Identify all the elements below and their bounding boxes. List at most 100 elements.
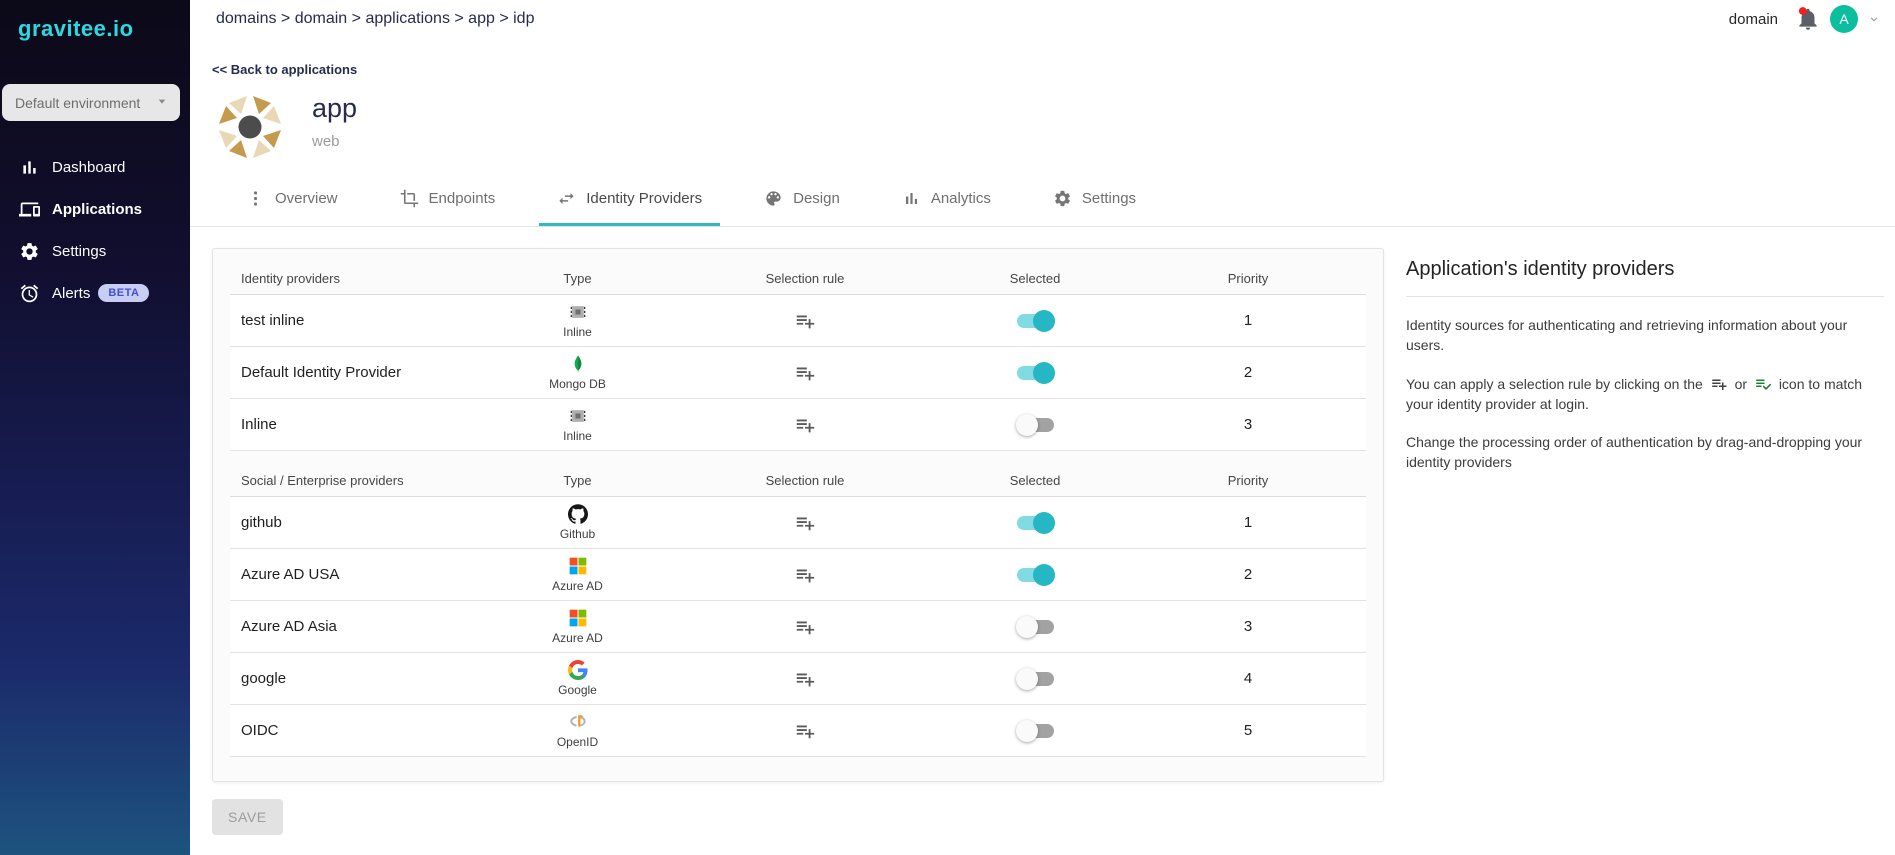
column-header-type: Type (485, 271, 670, 286)
column-header-priority: Priority (1130, 473, 1366, 488)
analytics-bars-icon (902, 189, 921, 208)
selected-toggle[interactable] (1017, 310, 1054, 332)
provider-type-label: Google (558, 683, 597, 697)
content-row: Identity providersTypeSelection ruleSele… (190, 227, 1895, 782)
toggle-thumb (1016, 720, 1038, 742)
app-subtitle: web (312, 133, 357, 150)
tab-endpoints[interactable]: Endpoints (382, 173, 514, 226)
column-header-selection-rule: Selection rule (670, 473, 940, 488)
selection-rule-add-icon[interactable] (794, 414, 816, 436)
breadcrumb-item-applications[interactable]: applications (365, 10, 450, 27)
notifications-bell-icon[interactable] (1795, 6, 1821, 32)
priority-value: 4 (1130, 670, 1366, 687)
selected-toggle[interactable] (1017, 720, 1054, 742)
help-panel-title: Application's identity providers (1406, 258, 1884, 281)
selected-toggle[interactable] (1017, 564, 1054, 586)
provider-type-cell: Mongo DB (485, 354, 670, 391)
selection-rule-add-icon[interactable] (794, 362, 816, 384)
identity-providers-table: Identity providersTypeSelection ruleSele… (212, 248, 1384, 782)
selected-toggle[interactable] (1017, 414, 1054, 436)
toggle-thumb (1033, 310, 1055, 332)
provider-type-cell: Azure AD (485, 556, 670, 593)
palette-icon (764, 189, 783, 208)
breadcrumb-separator: > (347, 10, 365, 27)
sidebar-item-dashboard[interactable]: Dashboard (0, 146, 190, 188)
provider-name: Inline (230, 416, 485, 433)
tab-analytics[interactable]: Analytics (884, 173, 1009, 226)
provider-type-label: OpenID (557, 735, 598, 749)
selected-toggle[interactable] (1017, 668, 1054, 690)
column-header-type: Type (485, 473, 670, 488)
tab-settings[interactable]: Settings (1035, 173, 1154, 226)
provider-name: OIDC (230, 722, 485, 739)
alarm-clock-icon (19, 283, 40, 304)
provider-type-cell: Inline (485, 406, 670, 443)
breadcrumb-separator: > (495, 10, 513, 27)
selection-rule-add-icon[interactable] (794, 512, 816, 534)
save-button[interactable]: SAVE (212, 799, 283, 835)
table-row: Azure AD AsiaAzure AD3 (230, 601, 1366, 653)
selection-rule-add-icon[interactable] (794, 310, 816, 332)
openid-icon (568, 712, 588, 732)
tab-identity-providers[interactable]: Identity Providers (539, 173, 720, 226)
priority-value: 3 (1130, 416, 1366, 433)
provider-type-cell: OpenID (485, 712, 670, 749)
selection-rule-add-icon[interactable] (794, 564, 816, 586)
back-to-applications-link[interactable]: << Back to applications (212, 62, 357, 77)
breadcrumb-item-idp[interactable]: idp (513, 10, 534, 27)
selected-toggle[interactable] (1017, 616, 1054, 638)
inline-icon (568, 406, 588, 426)
table-row: test inlineInline 1 (230, 295, 1366, 347)
selection-rule-add-icon[interactable] (794, 720, 816, 742)
toggle-thumb (1016, 668, 1038, 690)
sidebar-item-alerts[interactable]: AlertsBETA (0, 272, 190, 314)
breadcrumb-separator: > (450, 10, 468, 27)
priority-value: 2 (1130, 364, 1366, 381)
toggle-thumb (1033, 564, 1055, 586)
breadcrumb-item-app[interactable]: app (468, 10, 495, 27)
toggle-thumb (1016, 414, 1038, 436)
app-title: app (312, 93, 357, 124)
sidebar-item-settings[interactable]: Settings (0, 230, 190, 272)
selected-toggle[interactable] (1017, 512, 1054, 534)
breadcrumb: domains > domain > applications > app > … (216, 10, 534, 28)
tab-design[interactable]: Design (746, 173, 858, 226)
tab-label: Endpoints (429, 190, 496, 207)
selection-rule-add-icon[interactable] (794, 668, 816, 690)
provider-type-cell: Inline (485, 302, 670, 339)
divider (1406, 296, 1884, 297)
chevron-down-icon[interactable] (1867, 12, 1881, 26)
sidebar: gravitee.io Default environment Dashboar… (0, 0, 190, 855)
selected-toggle[interactable] (1017, 362, 1054, 384)
azure-ad-icon (568, 608, 588, 628)
column-header-priority: Priority (1130, 271, 1366, 286)
breadcrumb-item-domains[interactable]: domains (216, 10, 276, 27)
github-icon (568, 504, 588, 524)
tab-overview[interactable]: Overview (228, 173, 356, 226)
priority-value: 1 (1130, 312, 1366, 329)
inline-icon (568, 302, 588, 322)
environment-select-label: Default environment (15, 95, 140, 111)
priority-value: 1 (1130, 514, 1366, 531)
sidebar-nav: Dashboard ApplicationsSettingsAlertsBETA (0, 146, 190, 314)
table-row: google Google 4 (230, 653, 1366, 705)
provider-name: test inline (230, 312, 485, 329)
table-row: Default Identity ProviderMongo DB2 (230, 347, 1366, 399)
selection-rule-add-icon[interactable] (794, 616, 816, 638)
toggle-thumb (1016, 616, 1038, 638)
sidebar-item-label: Dashboard (52, 159, 125, 176)
environment-select[interactable]: Default environment (2, 84, 180, 121)
user-avatar[interactable]: A (1830, 5, 1858, 33)
provider-name: google (230, 670, 485, 687)
priority-value: 2 (1130, 566, 1366, 583)
app-header: app web (214, 91, 1895, 163)
sidebar-item-applications[interactable]: Applications (0, 188, 190, 230)
breadcrumb-item-domain[interactable]: domain (295, 10, 347, 27)
selection-rule-check-icon (1754, 375, 1772, 393)
main-content: domains > domain > applications > app > … (190, 0, 1895, 855)
toggle-thumb (1033, 512, 1055, 534)
table-header-row: Social / Enterprise providersTypeSelecti… (230, 465, 1366, 497)
bar-chart-icon (19, 157, 40, 178)
settings-gear-icon (1053, 189, 1072, 208)
selection-rule-add-icon (1710, 375, 1728, 393)
